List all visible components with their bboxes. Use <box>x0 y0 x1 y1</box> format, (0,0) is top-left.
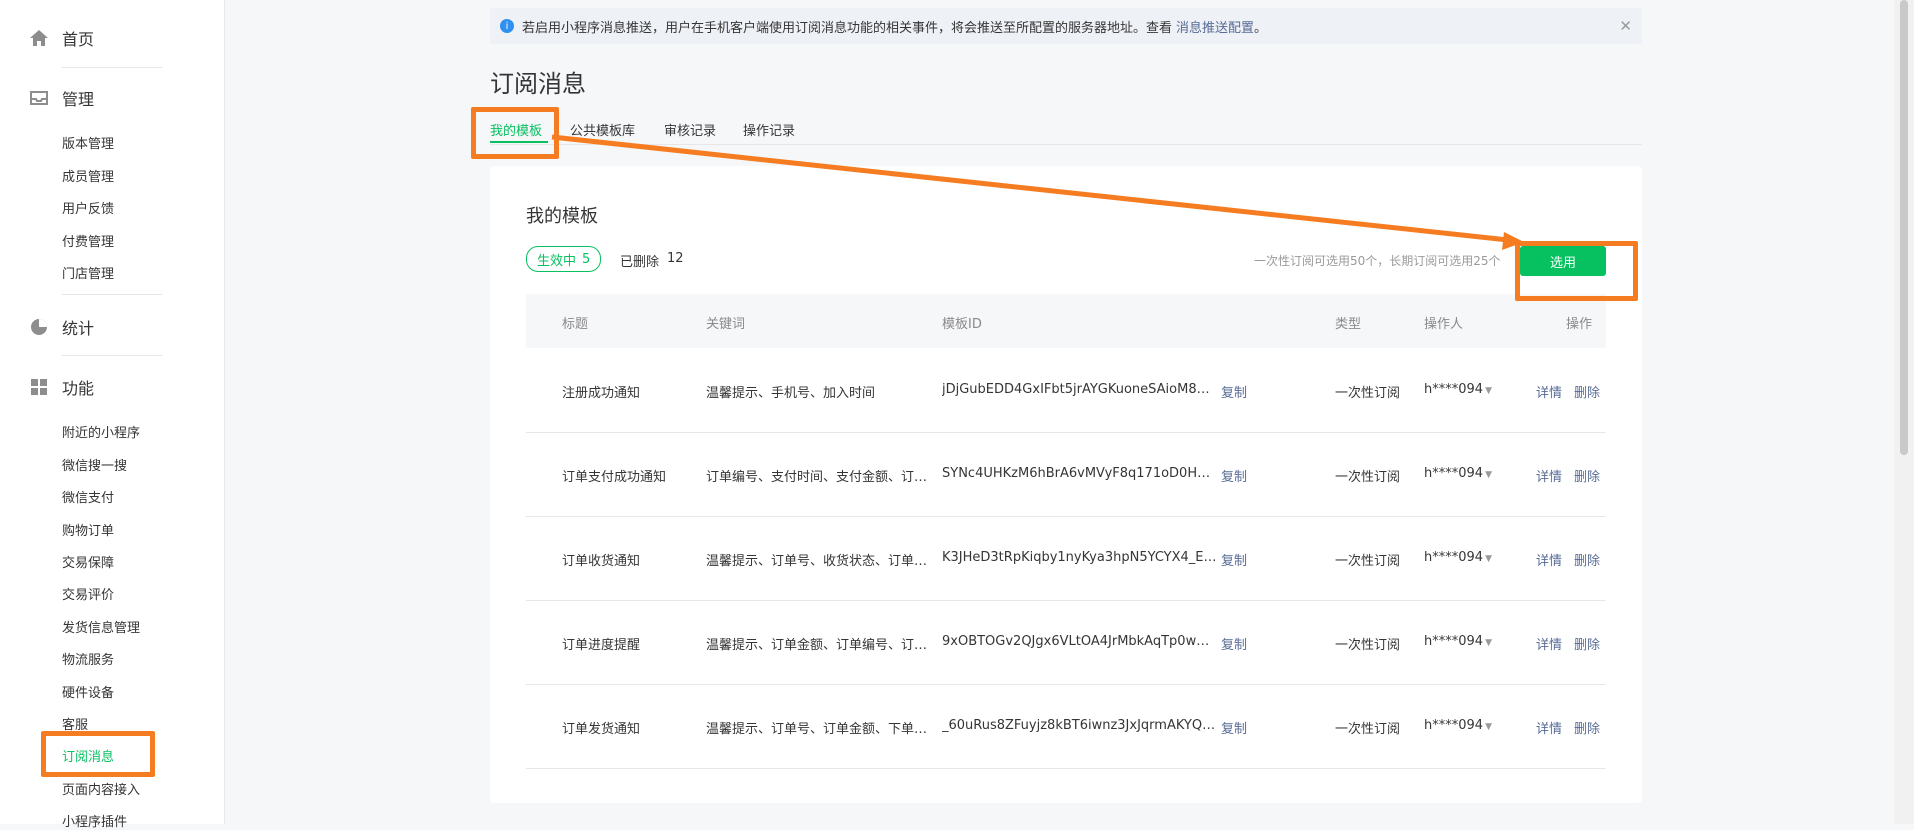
annotation-arrow <box>551 134 1524 250</box>
